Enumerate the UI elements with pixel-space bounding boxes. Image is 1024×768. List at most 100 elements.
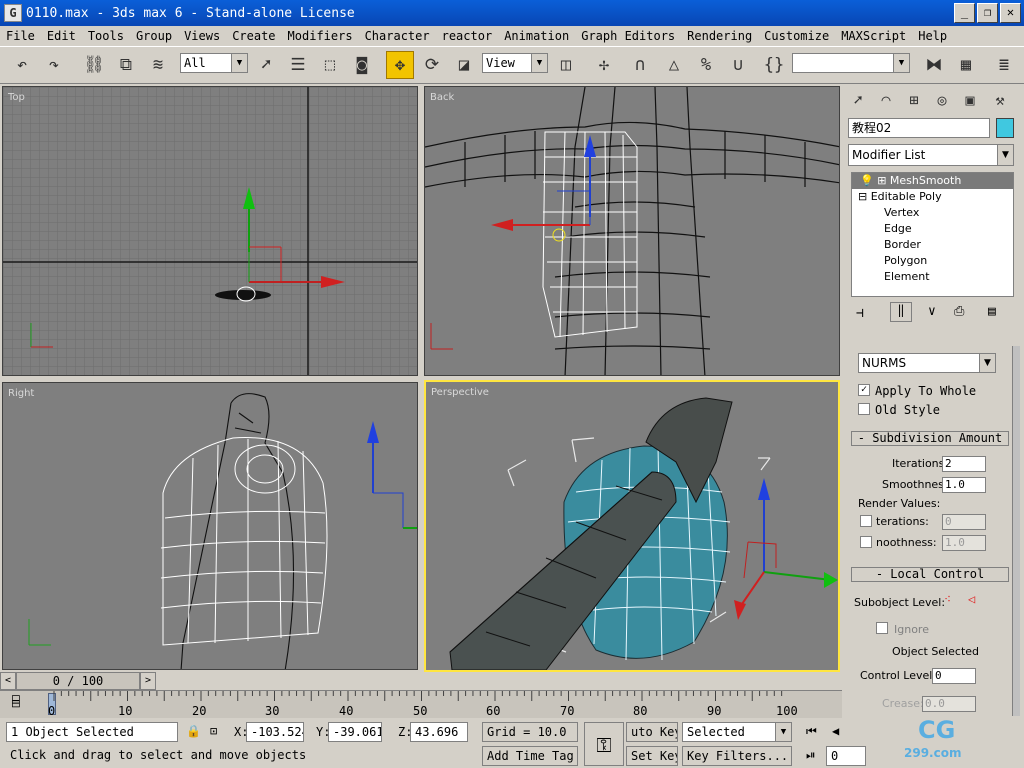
- object-name-field[interactable]: 教程02: [848, 118, 990, 138]
- select-move-icon[interactable]: ✥: [386, 51, 414, 79]
- time-slider[interactable]: < 0 / 100 >: [0, 672, 160, 690]
- align-icon[interactable]: ▦: [952, 51, 980, 79]
- menu-help[interactable]: Help: [912, 29, 953, 43]
- stack-item-element[interactable]: Element: [852, 269, 1013, 285]
- show-end-result-icon[interactable]: ‖: [890, 302, 912, 322]
- crease-spinner[interactable]: 0.0: [922, 696, 976, 712]
- vertex-subobject-icon[interactable]: ⁖: [944, 592, 951, 606]
- window-crossing-icon[interactable]: ◙: [348, 51, 376, 79]
- modify-tab-icon[interactable]: ◠: [874, 88, 898, 112]
- percent-snap-icon[interactable]: %: [692, 51, 720, 79]
- subdivision-amount-rollout[interactable]: - Subdivision Amount: [851, 431, 1009, 446]
- select-object-icon[interactable]: ➚: [252, 51, 280, 79]
- next-frame-icon[interactable]: >: [140, 672, 156, 690]
- pin-stack-icon[interactable]: ⊣: [856, 306, 864, 321]
- key-filters-button[interactable]: Key Filters...: [682, 746, 792, 766]
- render-smoothness-spinner[interactable]: 1.0: [942, 535, 986, 551]
- make-unique-icon[interactable]: ∨: [928, 304, 936, 319]
- set-key-button[interactable]: Set Key: [626, 746, 678, 766]
- menu-edit[interactable]: Edit: [41, 29, 82, 43]
- motion-tab-icon[interactable]: ◎: [930, 88, 954, 112]
- edit-named-selection-icon[interactable]: {}: [760, 51, 788, 79]
- layer-manager-icon[interactable]: ≣: [990, 51, 1018, 79]
- region-select-icon[interactable]: ⬚: [316, 51, 344, 79]
- menu-graph-editors[interactable]: Graph Editors: [575, 29, 681, 43]
- viewport-right[interactable]: Right: [2, 382, 418, 670]
- lock-selection-icon[interactable]: 🔒: [186, 724, 201, 738]
- redo-icon[interactable]: ↷: [40, 51, 68, 79]
- hierarchy-tab-icon[interactable]: ⊞: [902, 88, 926, 112]
- ignore-backfacing-checkbox[interactable]: [876, 622, 888, 634]
- viewport-label-top[interactable]: Top: [8, 92, 25, 103]
- menu-customize[interactable]: Customize: [758, 29, 835, 43]
- close-button[interactable]: ✕: [1000, 3, 1021, 23]
- prev-frame-icon[interactable]: <: [0, 672, 16, 690]
- render-iterations-spinner[interactable]: 0: [942, 514, 986, 530]
- snap-toggle-icon[interactable]: ∩: [626, 51, 654, 79]
- previous-key-icon[interactable]: ◀: [832, 724, 839, 738]
- stack-item-edge[interactable]: Edge: [852, 221, 1013, 237]
- stack-item-meshsmooth[interactable]: 💡 ⊞ MeshSmooth: [852, 173, 1013, 189]
- command-panel-scrollbar[interactable]: [1012, 346, 1020, 716]
- mirror-icon[interactable]: ⧓: [920, 51, 948, 79]
- pivot-center-icon[interactable]: ◫: [552, 51, 580, 79]
- auto-key-button[interactable]: uto Key: [626, 722, 678, 742]
- object-color-swatch[interactable]: [996, 118, 1014, 138]
- menu-file[interactable]: File: [0, 29, 41, 43]
- z-coordinate-field[interactable]: 43.696: [410, 722, 468, 742]
- menu-maxscript[interactable]: MAXScript: [835, 29, 912, 43]
- select-rotate-icon[interactable]: ⟳: [418, 51, 446, 79]
- viewport-back[interactable]: Back: [424, 86, 840, 376]
- absolute-mode-icon[interactable]: ⊡: [210, 724, 217, 738]
- menu-rendering[interactable]: Rendering: [681, 29, 758, 43]
- y-coordinate-field[interactable]: -39.061: [328, 722, 382, 742]
- old-style-checkbox[interactable]: [858, 403, 870, 415]
- minimize-button[interactable]: _: [954, 3, 975, 23]
- create-tab-icon[interactable]: ➚: [846, 88, 870, 112]
- named-selection-dropdown[interactable]: ▼: [792, 53, 910, 73]
- apply-to-whole-checkbox[interactable]: ✓: [858, 384, 870, 396]
- menu-tools[interactable]: Tools: [82, 29, 130, 43]
- key-mode-toggle-icon[interactable]: ⏯: [806, 748, 816, 763]
- stack-item-border[interactable]: Border: [852, 237, 1013, 253]
- menu-group[interactable]: Group: [130, 29, 178, 43]
- stack-item-editable-poly[interactable]: ⊟ Editable Poly: [852, 189, 1013, 205]
- angle-snap-icon[interactable]: △: [660, 51, 688, 79]
- menu-modifiers[interactable]: Modifiers: [282, 29, 359, 43]
- bind-space-warp-icon[interactable]: ≋: [144, 51, 172, 79]
- unlink-icon[interactable]: ⧉: [112, 51, 140, 79]
- menu-create[interactable]: Create: [226, 29, 281, 43]
- viewport-label-right[interactable]: Right: [8, 388, 34, 399]
- edge-subobject-icon[interactable]: ◁: [968, 592, 975, 606]
- render-smoothness-checkbox[interactable]: [860, 536, 872, 548]
- remove-modifier-icon[interactable]: ⎙: [954, 304, 964, 319]
- utilities-tab-icon[interactable]: ⚒: [988, 88, 1012, 112]
- modifier-list-dropdown[interactable]: Modifier List ▼: [848, 144, 1014, 166]
- control-level-spinner[interactable]: 0: [932, 668, 976, 684]
- go-to-start-icon[interactable]: ⏮: [806, 724, 817, 739]
- selection-filter-dropdown[interactable]: All ▼: [180, 53, 248, 73]
- menu-reactor[interactable]: reactor: [436, 29, 499, 43]
- select-link-icon[interactable]: ⛓: [80, 51, 108, 79]
- maximize-button[interactable]: ❐: [977, 3, 998, 23]
- menu-character[interactable]: Character: [359, 29, 436, 43]
- time-slider-value[interactable]: 0 / 100: [16, 672, 140, 690]
- viewport-label-perspective[interactable]: Perspective: [431, 387, 489, 398]
- stack-item-vertex[interactable]: Vertex: [852, 205, 1013, 221]
- display-tab-icon[interactable]: ▣: [958, 88, 982, 112]
- configure-modifier-sets-icon[interactable]: ▤: [988, 304, 996, 319]
- x-coordinate-field[interactable]: -103.524: [246, 722, 304, 742]
- track-bar[interactable]: ⌸ 0 10 20 30 40 50 60 70 80 90 100: [0, 690, 842, 718]
- viewport-label-back[interactable]: Back: [430, 92, 454, 103]
- key-mode-dropdown[interactable]: Selected ▼: [682, 722, 792, 742]
- render-iterations-checkbox[interactable]: [860, 515, 872, 527]
- smoothness-spinner[interactable]: 1.0: [942, 477, 986, 493]
- stack-item-polygon[interactable]: Polygon: [852, 253, 1013, 269]
- viewport-perspective[interactable]: Perspective: [424, 380, 840, 672]
- reference-coordinate-dropdown[interactable]: View ▼: [482, 53, 548, 73]
- select-scale-icon[interactable]: ◪: [450, 51, 478, 79]
- curve-editor-icon[interactable]: ⌸: [12, 695, 20, 710]
- add-time-tag-button[interactable]: Add Time Tag: [482, 746, 578, 766]
- select-by-name-icon[interactable]: ☰: [284, 51, 312, 79]
- local-control-rollout[interactable]: - Local Control: [851, 567, 1009, 582]
